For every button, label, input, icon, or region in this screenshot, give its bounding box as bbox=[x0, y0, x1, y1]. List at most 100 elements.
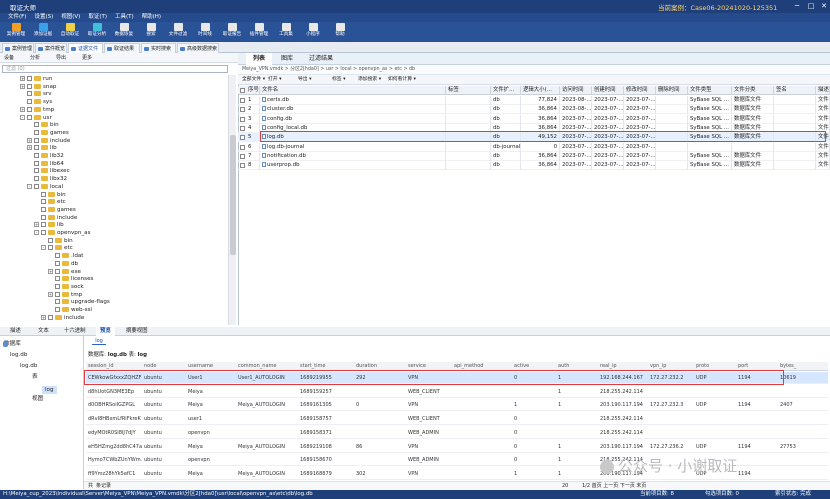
tree-checkbox[interactable] bbox=[27, 114, 32, 120]
left-tool-button[interactable]: 导出 bbox=[56, 53, 66, 63]
file-tool-button[interactable]: 添加搜索 ▾ bbox=[358, 75, 381, 85]
table-row[interactable]: dRvI8HBxmLfRiFkreK ubuntu user1 1689158757 W… bbox=[86, 413, 828, 426]
left-tool-button[interactable]: 设备 bbox=[4, 53, 14, 63]
tree-checkbox[interactable] bbox=[41, 206, 46, 212]
tree-checkbox[interactable] bbox=[55, 299, 60, 305]
file-tool-button[interactable]: 打开 ▾ bbox=[268, 75, 282, 85]
table-row[interactable]: d8hUotGN3ME3Ep ubuntu Meiya 1689159257 WEB_C… bbox=[86, 386, 828, 398]
column-header[interactable]: 文件扩... bbox=[491, 86, 521, 95]
tab-5[interactable]: 高级数据搜索 bbox=[177, 43, 219, 53]
ribbon-button[interactable]: 搜索 bbox=[137, 23, 165, 39]
tree-checkbox[interactable] bbox=[27, 99, 32, 105]
tree-checkbox[interactable] bbox=[55, 283, 60, 289]
tab-4[interactable]: 实时搜索 bbox=[141, 43, 176, 53]
expand-icon[interactable]: + bbox=[27, 145, 32, 151]
column-header[interactable]: 描述 bbox=[816, 86, 830, 95]
file-tool-button[interactable]: 如何看计算 ▾ bbox=[388, 75, 416, 85]
tab-2[interactable]: 证据文件 bbox=[68, 43, 103, 53]
tree-checkbox[interactable] bbox=[55, 291, 60, 297]
file-tool-button[interactable]: 导出 ▾ bbox=[298, 75, 312, 85]
tree-checkbox[interactable] bbox=[34, 168, 39, 174]
table-row[interactable]: eH5HZmg2dd8hC47a ubuntu Meiya Meiya_AUTOLOG… bbox=[86, 441, 828, 453]
tree-checkbox[interactable] bbox=[55, 276, 60, 282]
menu-item[interactable]: 视图(V) bbox=[61, 13, 80, 22]
table-row[interactable]: 6 log.db-journal db-journal 0 2023-07-... 202… bbox=[238, 142, 830, 152]
row-checkbox[interactable] bbox=[240, 98, 245, 103]
file-tool-button[interactable]: 标签 ▾ bbox=[332, 75, 346, 85]
left-tool-button[interactable]: 更多 bbox=[82, 53, 92, 63]
menu-item[interactable]: 工具(T) bbox=[115, 13, 134, 22]
tree-checkbox[interactable] bbox=[34, 160, 39, 166]
expand-icon[interactable]: + bbox=[34, 222, 39, 228]
expand-icon[interactable]: + bbox=[48, 268, 53, 274]
menu-item[interactable]: 帮助(H) bbox=[142, 13, 161, 22]
ribbon-button[interactable]: 添加证据 bbox=[29, 23, 57, 39]
tree-checkbox[interactable] bbox=[48, 245, 53, 251]
tree-checkbox[interactable] bbox=[48, 237, 53, 243]
ribbon-button[interactable]: 小程序 bbox=[299, 23, 327, 39]
column-header[interactable]: 访问时间 bbox=[560, 86, 592, 95]
ribbon-button[interactable]: 帮助 bbox=[326, 23, 354, 39]
collapse-icon[interactable]: - bbox=[20, 114, 25, 120]
tree-scrollbar[interactable] bbox=[228, 75, 236, 325]
close-icon[interactable]: ✕ bbox=[817, 1, 830, 12]
ribbon-button[interactable]: 工具集 bbox=[272, 23, 300, 39]
column-header[interactable]: 文件分类 bbox=[732, 86, 774, 95]
preview-tab[interactable]: 文本 bbox=[34, 327, 53, 336]
menu-item[interactable]: 取证(T) bbox=[88, 13, 107, 22]
row-checkbox[interactable] bbox=[240, 144, 245, 150]
column-header[interactable]: 文件名 bbox=[260, 86, 446, 95]
file-tool-button[interactable]: 全部文件 ▾ bbox=[242, 75, 265, 85]
tree-checkbox[interactable] bbox=[34, 176, 39, 182]
tree-checkbox[interactable] bbox=[41, 214, 46, 220]
tree-checkbox[interactable] bbox=[34, 145, 39, 151]
expand-icon[interactable]: + bbox=[27, 137, 32, 143]
column-header[interactable]: 签名 bbox=[774, 86, 816, 95]
row-checkbox[interactable] bbox=[240, 163, 245, 169]
expand-icon[interactable]: + bbox=[48, 291, 53, 297]
ribbon-button[interactable]: 自动取证 bbox=[56, 23, 84, 39]
table-row[interactable]: 3 config.db db 36,864 2023-07-... 2023-07-...… bbox=[238, 114, 830, 124]
table-row[interactable]: 8 userprop.db db 36,864 2023-07-... 2023-07-.… bbox=[238, 161, 830, 171]
expand-icon[interactable]: + bbox=[20, 76, 25, 81]
tab-log[interactable]: log bbox=[92, 338, 106, 345]
ribbon-button[interactable]: 文件过滤 bbox=[164, 23, 192, 39]
tree-checkbox[interactable] bbox=[41, 230, 46, 235]
tree-checkbox[interactable] bbox=[55, 260, 60, 266]
db-tree-file[interactable]: log.db bbox=[10, 351, 27, 359]
preview-tab[interactable]: 描述 bbox=[6, 327, 25, 336]
collapse-icon[interactable]: - bbox=[34, 230, 39, 235]
preview-tab[interactable]: 预览 bbox=[96, 327, 115, 336]
left-tool-button[interactable]: 分析 bbox=[30, 53, 40, 63]
ribbon-button[interactable]: 取证报告 bbox=[218, 23, 246, 39]
db-tree-table[interactable]: log bbox=[42, 386, 57, 394]
tree-checkbox[interactable] bbox=[55, 253, 60, 259]
row-checkbox[interactable] bbox=[240, 153, 245, 159]
ribbon-button[interactable]: 时间线 bbox=[191, 23, 219, 39]
view-tab[interactable]: 图库 bbox=[274, 53, 300, 65]
tree-checkbox[interactable] bbox=[55, 307, 60, 312]
column-header[interactable]: 修改时间 bbox=[624, 86, 656, 95]
tree-checkbox[interactable] bbox=[27, 106, 32, 112]
expand-icon[interactable]: + bbox=[41, 314, 46, 320]
tab-3[interactable]: 取证结果 bbox=[104, 43, 140, 53]
table-row[interactable]: d0OBHRSoiIGZPGL ubuntu Meiya Meiya_AUTOLOGI… bbox=[86, 399, 828, 412]
view-tab[interactable]: 过滤结果 bbox=[302, 53, 340, 65]
tree-checkbox[interactable] bbox=[34, 153, 39, 158]
ribbon-button[interactable]: 数据恢复 bbox=[110, 23, 138, 39]
menu-item[interactable]: 设置(S) bbox=[34, 13, 53, 22]
tree-checkbox[interactable] bbox=[34, 122, 39, 128]
tab-0[interactable]: 案例管理 bbox=[2, 43, 34, 53]
select-all-checkbox[interactable] bbox=[240, 88, 245, 93]
preview-tab[interactable]: 十六进制 bbox=[60, 327, 90, 336]
tree-checkbox[interactable] bbox=[41, 191, 46, 197]
tree-checkbox[interactable] bbox=[34, 129, 39, 135]
table-row[interactable]: 2 cluster.db db 36,864 2023-08-... 2023-07-..… bbox=[238, 105, 830, 115]
table-row[interactable]: 1 certs.db db 77,824 2023-08-... 2023-07-... 2… bbox=[238, 96, 830, 105]
tree-checkbox[interactable] bbox=[34, 183, 39, 189]
column-header[interactable]: 序号 bbox=[246, 86, 260, 95]
column-header[interactable]: 标签 bbox=[446, 86, 491, 95]
row-checkbox[interactable] bbox=[240, 107, 245, 113]
tree-checkbox[interactable] bbox=[34, 137, 39, 143]
tab-1[interactable]: 案件概览 bbox=[35, 43, 67, 53]
